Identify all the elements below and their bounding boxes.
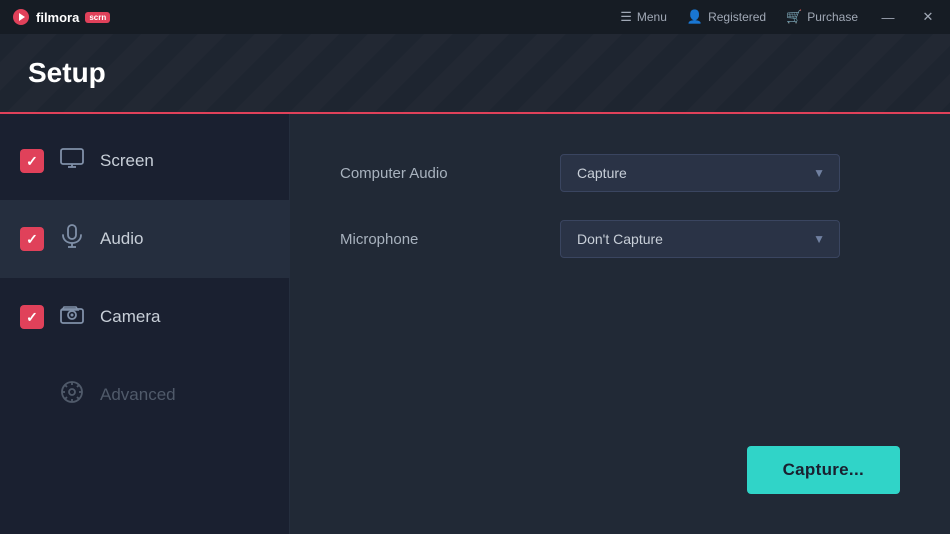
logo-main-text: filmora <box>36 10 79 25</box>
camera-checkbox[interactable]: ✓ <box>20 305 44 329</box>
logo-badge: scrn <box>85 12 110 23</box>
sidebar-item-advanced[interactable]: Advanced <box>0 356 289 434</box>
registered-label: Registered <box>708 10 766 24</box>
screen-checkbox[interactable]: ✓ <box>20 149 44 173</box>
close-icon: ✕ <box>923 9 934 25</box>
sidebar: ✓ Screen ✓ <box>0 114 290 534</box>
content-area: Computer Audio Capture ▼ Microphone Don'… <box>290 114 950 534</box>
titlebar-right: ☰ Menu 👤 Registered 🛒 Purchase — ✕ <box>620 7 938 27</box>
purchase-button[interactable]: 🛒 Purchase <box>786 9 858 25</box>
cart-icon: 🛒 <box>786 9 802 25</box>
audio-checkbox[interactable]: ✓ <box>20 227 44 251</box>
computer-audio-value: Capture <box>577 165 627 181</box>
screen-checkmark: ✓ <box>26 153 38 170</box>
computer-audio-select[interactable]: Capture ▼ <box>560 154 840 192</box>
page-title: Setup <box>28 57 106 89</box>
advanced-label: Advanced <box>100 385 176 405</box>
audio-checkmark: ✓ <box>26 231 38 248</box>
titlebar: filmora scrn ☰ Menu 👤 Registered 🛒 Purch… <box>0 0 950 34</box>
sidebar-item-audio[interactable]: ✓ Audio <box>0 200 289 278</box>
advanced-icon <box>58 380 86 410</box>
audio-label: Audio <box>100 229 143 249</box>
computer-audio-arrow-icon: ▼ <box>813 166 825 180</box>
audio-icon <box>58 224 86 254</box>
computer-audio-row: Computer Audio Capture ▼ <box>340 154 900 192</box>
microphone-label: Microphone <box>340 231 560 248</box>
header: Setup <box>0 34 950 114</box>
camera-checkmark: ✓ <box>26 309 38 326</box>
menu-label: Menu <box>637 10 667 24</box>
microphone-value: Don't Capture <box>577 231 663 247</box>
menu-icon: ☰ <box>620 9 632 25</box>
menu-button[interactable]: ☰ Menu <box>620 9 667 25</box>
capture-button[interactable]: Capture... <box>747 446 900 494</box>
camera-icon <box>58 304 86 330</box>
filmora-logo-icon <box>12 8 30 26</box>
screen-label: Screen <box>100 151 154 171</box>
computer-audio-label: Computer Audio <box>340 165 560 182</box>
microphone-row: Microphone Don't Capture ▼ <box>340 220 900 258</box>
sidebar-item-camera[interactable]: ✓ Camera <box>0 278 289 356</box>
user-icon: 👤 <box>687 9 703 25</box>
camera-label: Camera <box>100 307 160 327</box>
registered-button[interactable]: 👤 Registered <box>687 9 766 25</box>
screen-icon <box>58 148 86 174</box>
main-layout: ✓ Screen ✓ <box>0 114 950 534</box>
microphone-arrow-icon: ▼ <box>813 232 825 246</box>
minimize-button[interactable]: — <box>878 7 898 27</box>
titlebar-left: filmora scrn <box>12 8 110 26</box>
close-button[interactable]: ✕ <box>918 7 938 27</box>
purchase-label: Purchase <box>807 10 858 24</box>
sidebar-item-screen[interactable]: ✓ Screen <box>0 122 289 200</box>
minimize-icon: — <box>882 10 895 25</box>
microphone-select[interactable]: Don't Capture ▼ <box>560 220 840 258</box>
